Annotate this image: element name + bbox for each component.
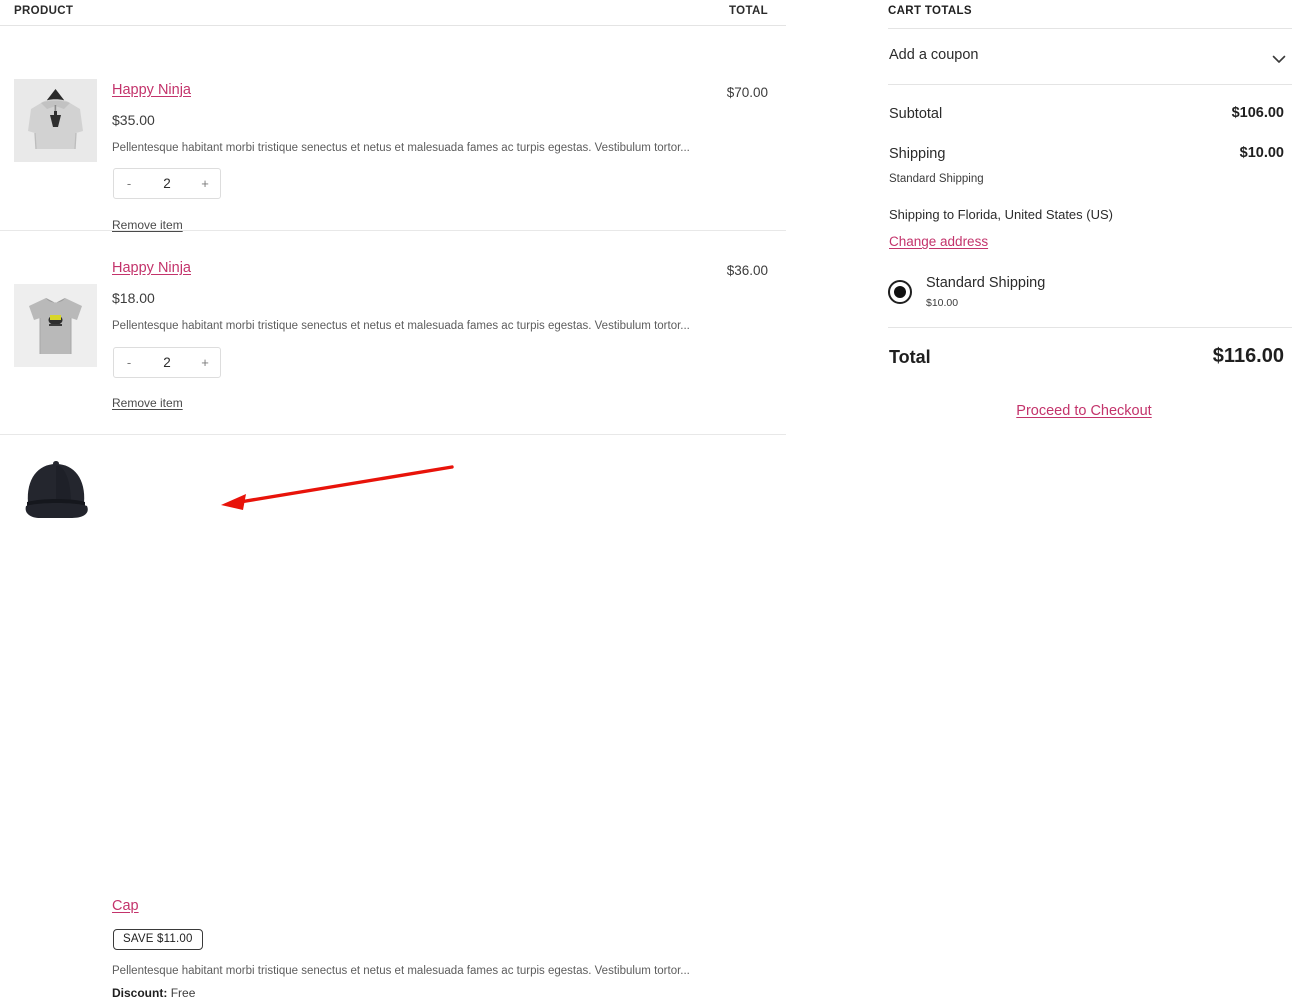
order-total-value: $116.00 (1212, 345, 1284, 367)
quantity-decrease-button[interactable]: - (116, 348, 142, 377)
cart-items-table: PRODUCT TOTAL Happy Ninja $35.00 Pellent… (0, 0, 786, 1000)
add-coupon-label: Add a coupon (889, 47, 979, 63)
product-name-link[interactable]: Happy Ninja (112, 82, 191, 98)
product-thumbnail-cap[interactable] (14, 443, 97, 536)
shipping-value: $10.00 (1239, 145, 1284, 161)
shipping-option-standard[interactable]: Standard Shipping $10.00 (888, 274, 1292, 314)
shipping-destination: Shipping to Florida, United States (US) (889, 207, 1113, 222)
product-discount-line: Discount: Free (112, 986, 195, 1000)
cart-totals-panel: CART TOTALS Add a coupon Subtotal $106.0… (866, 0, 1302, 576)
quantity-stepper[interactable]: - 2 + (113, 347, 221, 378)
divider (888, 28, 1292, 29)
subtotal-label: Subtotal (889, 106, 943, 122)
line-item-total: $70.00 (726, 85, 768, 100)
quantity-decrease-button[interactable]: - (116, 169, 142, 198)
quantity-value[interactable]: 2 (140, 348, 194, 377)
shipping-option-label: Standard Shipping (926, 275, 1046, 291)
shipping-label: Shipping (889, 146, 946, 162)
product-thumbnail-hoodie[interactable] (14, 79, 97, 162)
quantity-value[interactable]: 2 (140, 169, 194, 198)
quantity-stepper[interactable]: - 2 + (113, 168, 221, 199)
product-name-link[interactable]: Cap (112, 898, 139, 914)
cart-totals-title: CART TOTALS (888, 5, 972, 17)
product-description: Pellentesque habitant morbi tristique se… (112, 320, 690, 332)
save-badge: SAVE $11.00 (113, 929, 203, 950)
product-thumbnail-tshirt[interactable] (14, 284, 97, 367)
quantity-increase-button[interactable]: + (192, 169, 218, 198)
proceed-to-checkout-link[interactable]: Proceed to Checkout (866, 403, 1302, 419)
line-item-total: $36.00 (726, 263, 768, 278)
table-row: Happy Ninja $35.00 Pellentesque habitant… (0, 26, 786, 232)
chevron-down-icon[interactable] (1270, 50, 1288, 68)
product-description: Pellentesque habitant morbi tristique se… (112, 142, 690, 154)
product-unit-price: $35.00 (112, 112, 155, 128)
remove-item-link[interactable]: Remove item (112, 396, 183, 410)
cart-table-header: PRODUCT TOTAL (0, 0, 786, 26)
order-total-label: Total (889, 347, 931, 367)
table-row: Cap SAVE $11.00 Pellentesque habitant mo… (0, 435, 786, 1000)
radio-selected-icon[interactable] (888, 280, 912, 304)
remove-item-link[interactable]: Remove item (112, 218, 183, 232)
column-header-total: TOTAL (728, 5, 768, 17)
divider (888, 84, 1292, 85)
quantity-increase-button[interactable]: + (192, 348, 218, 377)
subtotal-value: $106.00 (1231, 105, 1284, 121)
divider (888, 327, 1292, 328)
cart-page: PRODUCT TOTAL Happy Ninja $35.00 Pellent… (0, 0, 1302, 1000)
product-name-link[interactable]: Happy Ninja (112, 260, 191, 276)
add-coupon-row[interactable]: Add a coupon (888, 36, 1292, 80)
product-unit-price: $18.00 (112, 290, 155, 306)
column-header-product: PRODUCT (14, 5, 74, 17)
discount-value: Free (170, 986, 196, 1000)
shipping-method-note: Standard Shipping (889, 173, 984, 185)
product-description: Pellentesque habitant morbi tristique se… (112, 965, 690, 977)
change-address-link[interactable]: Change address (889, 234, 988, 249)
shipping-option-price: $10.00 (926, 297, 959, 309)
discount-label: Discount: (112, 986, 168, 1000)
table-row: Happy Ninja $18.00 Pellentesque habitant… (0, 231, 786, 435)
